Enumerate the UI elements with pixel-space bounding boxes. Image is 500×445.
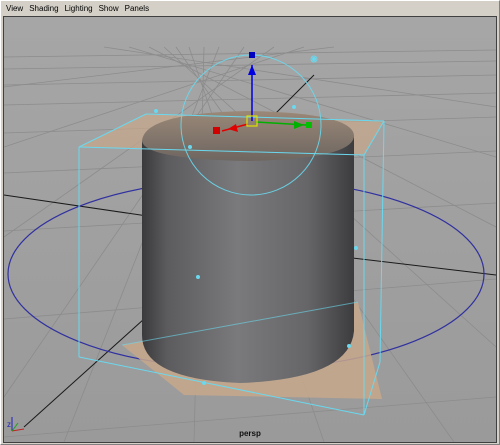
- menu-view[interactable]: View: [3, 2, 26, 15]
- camera-name-label: persp: [239, 429, 261, 438]
- manip-z-handle-icon[interactable]: [213, 127, 220, 134]
- maya-viewport-panel: View Shading Lighting Show Panels z pers…: [0, 0, 500, 445]
- menu-shading[interactable]: Shading: [26, 2, 61, 15]
- menu-panels[interactable]: Panels: [122, 2, 152, 15]
- viewport-canvas[interactable]: z: [4, 17, 496, 442]
- panel-menubar: View Shading Lighting Show Panels: [3, 2, 497, 15]
- axis-label-z: z: [7, 420, 11, 429]
- manip-y-handle-icon[interactable]: [249, 52, 255, 58]
- menu-lighting[interactable]: Lighting: [62, 2, 96, 15]
- manip-x-handle-icon[interactable]: [306, 122, 312, 128]
- perspective-viewport[interactable]: z persp: [3, 16, 497, 443]
- menu-show[interactable]: Show: [96, 2, 122, 15]
- cylinder-body[interactable]: [142, 137, 354, 383]
